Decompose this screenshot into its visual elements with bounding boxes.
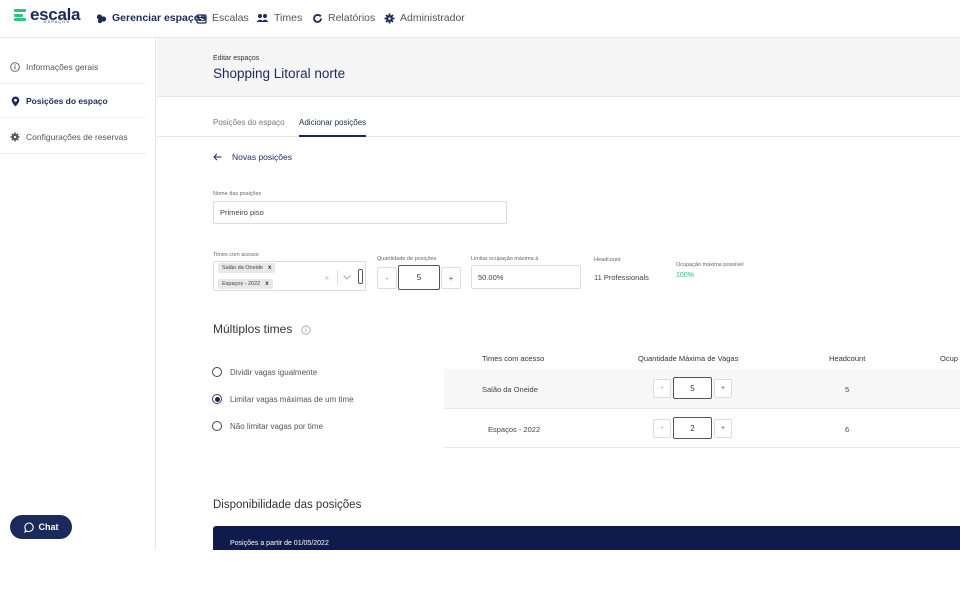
info-icon[interactable] bbox=[301, 325, 311, 335]
limit-value: 50.00% bbox=[478, 272, 504, 282]
nav-escalas[interactable]: Escalas bbox=[196, 12, 249, 24]
team-cell: Salão da Oneide bbox=[482, 385, 538, 394]
qty-plus-button[interactable]: + bbox=[441, 267, 461, 289]
radio-label: Não limitar vagas por time bbox=[230, 421, 323, 431]
radio-button[interactable] bbox=[212, 421, 222, 431]
sidebar-item-posicoes-do-espaco[interactable]: Posições do espaço bbox=[0, 85, 146, 118]
limit-input[interactable]: 50.00% bbox=[471, 265, 581, 289]
chat-button[interactable]: Chat bbox=[10, 515, 72, 539]
app-window: escala ESPAÇOS Gerenciar espaços Escalas… bbox=[0, 0, 960, 550]
teams-label: Times com acesso bbox=[213, 252, 259, 258]
chip-label: Salão da Oneide bbox=[222, 265, 263, 271]
multi-teams-heading: Múltiplos times bbox=[213, 322, 311, 336]
back-link[interactable]: Novas posições bbox=[213, 152, 292, 162]
radio-dividir-igualmente[interactable]: Dividir vagas igualmente bbox=[212, 367, 317, 377]
chip-label: Espaços - 2022 bbox=[222, 281, 261, 287]
radio-button-selected[interactable] bbox=[212, 394, 222, 404]
page-eyebrow: Editar espaços bbox=[213, 55, 260, 62]
col-header-ocupacao: Ocup bbox=[940, 354, 958, 363]
nav-relatorios[interactable]: Relatórios bbox=[312, 12, 375, 24]
team-chip[interactable]: Espaços - 2022 x bbox=[218, 279, 273, 289]
info-icon bbox=[10, 62, 20, 72]
radio-limitar-vagas[interactable]: Limitar vagas máximas de um time bbox=[212, 394, 354, 404]
calendar-icon bbox=[196, 13, 207, 24]
chip-remove-icon[interactable]: x bbox=[268, 265, 271, 271]
availability-bar-text: Posições a partir de 01/05/2022 bbox=[230, 540, 329, 547]
people-icon bbox=[256, 13, 269, 24]
sidebar-item-label: Informações gerais bbox=[26, 62, 99, 72]
page-title: Shopping Litoral norte bbox=[213, 66, 346, 81]
nav-label: Relatórios bbox=[328, 12, 376, 24]
max-occupancy-label: Ocupação máxima possível bbox=[676, 262, 744, 268]
logo-mark-icon bbox=[14, 8, 27, 22]
availability-bar[interactable]: Posições a partir de 01/05/2022 bbox=[213, 526, 960, 550]
limit-label: Limitar ocupação máxima à bbox=[471, 256, 539, 262]
multi-teams-title: Múltiplos times bbox=[213, 322, 293, 336]
nav-times[interactable]: Times bbox=[256, 12, 302, 24]
col-header-headcount: Headcount bbox=[829, 354, 866, 363]
max-occupancy-value: 100% bbox=[676, 272, 694, 279]
chat-bubble-icon bbox=[23, 521, 34, 533]
row-plus-button[interactable]: + bbox=[714, 419, 732, 438]
headcount-label: Headcount bbox=[594, 257, 621, 263]
nav-label: Administrador bbox=[400, 12, 465, 24]
radio-button[interactable] bbox=[212, 367, 222, 377]
row-minus-button[interactable]: - bbox=[653, 379, 671, 398]
row-max-input[interactable]: 2 bbox=[673, 417, 712, 439]
radio-label: Limitar vagas máximas de um time bbox=[230, 394, 354, 404]
sidebar-item-label: Configurações de reservas bbox=[26, 132, 128, 142]
availability-title: Disponibilidade das posições bbox=[213, 499, 362, 511]
qty-label: Quantidade de posições bbox=[377, 256, 437, 262]
chevron-down-icon[interactable] bbox=[343, 275, 351, 280]
team-cell: Espaços - 2022 bbox=[488, 425, 541, 434]
nav-label: Gerenciar espaços bbox=[112, 12, 206, 24]
name-label: Nome das posições bbox=[213, 191, 262, 197]
buildings-icon bbox=[96, 13, 107, 24]
name-input[interactable]: Primeiro piso bbox=[213, 201, 507, 224]
tab-posicoes-do-espaco[interactable]: Posições do espaço bbox=[213, 118, 285, 135]
row-max-input[interactable]: 5 bbox=[673, 377, 712, 399]
col-header-max-vagas: Quantidade Máxima de Vagas bbox=[638, 354, 739, 363]
top-navbar: escala ESPAÇOS Gerenciar espaços Escalas… bbox=[0, 0, 960, 38]
row-divider bbox=[444, 447, 960, 448]
nav-administrador[interactable]: Administrador bbox=[384, 12, 465, 24]
brand-sub: ESPAÇOS bbox=[44, 19, 71, 24]
radio-label: Dividir vagas igualmente bbox=[230, 367, 318, 377]
row-plus-button[interactable]: + bbox=[714, 379, 732, 398]
name-value: Primeiro piso bbox=[220, 208, 264, 217]
sidebar: Informações gerais Posições do espaço Co… bbox=[0, 38, 156, 550]
select-divider bbox=[337, 270, 338, 284]
nav-label: Escalas bbox=[212, 12, 249, 24]
headcount-cell: 5 bbox=[845, 385, 850, 394]
pin-icon bbox=[10, 96, 20, 106]
headcount-value: 11 Professionals bbox=[594, 273, 649, 282]
refresh-icon bbox=[312, 13, 323, 24]
qty-minus-button[interactable]: - bbox=[377, 267, 397, 289]
team-chip[interactable]: Salão da Oneide x bbox=[218, 263, 276, 273]
clear-icon[interactable]: × bbox=[324, 273, 329, 283]
arrow-left-icon bbox=[213, 153, 222, 161]
row-minus-button[interactable]: - bbox=[653, 419, 671, 438]
scrollbar-thumb[interactable] bbox=[358, 269, 363, 284]
gear-icon bbox=[384, 13, 395, 24]
back-label: Novas posições bbox=[232, 152, 293, 162]
chat-label: Chat bbox=[38, 522, 59, 532]
col-header-teams: Times com acesso bbox=[482, 354, 545, 363]
tab-bar: Posições do espaço Adicionar posições bbox=[157, 97, 960, 137]
sidebar-item-label: Posições do espaço bbox=[26, 96, 108, 106]
nav-label: Times bbox=[274, 12, 303, 24]
chip-remove-icon[interactable]: x bbox=[265, 281, 268, 287]
headcount-cell: 6 bbox=[845, 425, 850, 434]
tab-adicionar-posicoes[interactable]: Adicionar posições bbox=[299, 118, 367, 137]
sidebar-item-informacoes-gerais[interactable]: Informações gerais bbox=[0, 51, 146, 84]
row-divider bbox=[444, 408, 960, 409]
gear-icon bbox=[10, 132, 20, 142]
page-header: Editar espaços Shopping Litoral norte bbox=[157, 38, 960, 97]
qty-input[interactable]: 5 bbox=[398, 265, 440, 290]
radio-nao-limitar[interactable]: Não limitar vagas por time bbox=[212, 421, 323, 431]
nav-gerenciar-espacos[interactable]: Gerenciar espaços bbox=[96, 12, 206, 24]
sidebar-item-configuracoes-de-reservas[interactable]: Configurações de reservas bbox=[0, 121, 146, 154]
